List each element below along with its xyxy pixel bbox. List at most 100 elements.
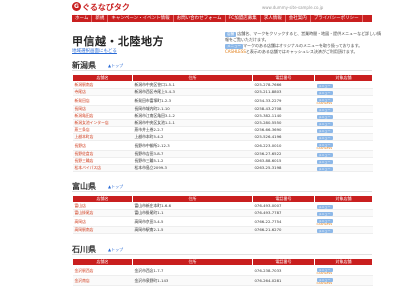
store-address: 長野市三輪5-1-2	[132, 157, 253, 165]
menu-badge[interactable]: メニュー	[316, 107, 333, 112]
store-phone: 025-526-4196	[252, 133, 315, 141]
store-name-link[interactable]: 新潟女池インター店	[72, 119, 133, 127]
service-cell: メニュー	[314, 126, 373, 134]
store-name-link[interactable]: 新潟亀田店	[72, 112, 133, 120]
menu-badge[interactable]: メニュー	[316, 159, 333, 164]
service-cell: メニュー	[314, 105, 373, 113]
store-address: 金沢市西念1-7-7	[132, 265, 253, 276]
service-cell: メニュー	[314, 150, 373, 158]
nav-item-contact[interactable]: お問い合わせフォーム	[174, 15, 226, 22]
service-cell: メニュー	[314, 112, 373, 120]
store-phone: 076-493-7787	[252, 209, 315, 217]
back-to-top-link[interactable]: ▲トップ	[108, 247, 123, 253]
store-table: 店舗名 住所 電話番号 対象店舗 新潟駅南店 新潟市中央区笹口1-5-1 025-278-7…	[72, 74, 373, 172]
site-url: www.dummy-site-sample.co.jp	[262, 5, 324, 10]
prefecture-section: 新潟県 ▲トップ 店舗名 住所 電話番号 対象店舗 新潟駅南店 新潟市中央区笹口1-5-1 02…	[72, 59, 373, 172]
menu-badge[interactable]: メニュー	[316, 135, 333, 140]
menu-badge[interactable]: メニュー	[316, 114, 333, 119]
service-cell: メニュー	[314, 202, 373, 210]
menu-badge[interactable]: メニュー	[316, 152, 333, 157]
service-cell: メニュー CASHLESS	[314, 140, 373, 151]
column-header: 電話番号	[252, 74, 315, 82]
logo-mark-icon: G	[72, 2, 81, 11]
store-name-link[interactable]: 金沢駅西店	[72, 265, 133, 276]
column-header: 対象店舗	[314, 258, 373, 266]
nav-item-privacy[interactable]: プライバシーポリシー	[311, 15, 363, 22]
store-name-link[interactable]: 燕三条店	[72, 126, 133, 134]
store-name-link[interactable]: 上越本町店	[72, 133, 133, 141]
store-name-link[interactable]: 長野佐倉店	[72, 150, 133, 158]
menu-badge[interactable]: メニュー	[316, 166, 333, 171]
store-name-link[interactable]: 新潟駅南店	[72, 81, 133, 89]
column-header: 電話番号	[252, 195, 315, 203]
store-name-link[interactable]: 長岡店	[72, 105, 133, 113]
store-name-link[interactable]: 松本バイパス店	[72, 164, 133, 172]
store-name-link[interactable]: 寺尾店	[72, 88, 133, 96]
cashless-label: CASHLESS	[316, 145, 333, 150]
table-row: 新発田店 新発田市富塚町1-2-3 0254-33-2279 メニュー CASHLESS	[72, 95, 373, 106]
store-name-link[interactable]: 富山店	[72, 202, 133, 210]
store-name-link[interactable]: 高岡駅南店	[72, 226, 133, 234]
store-phone: 076-238-7033	[252, 265, 315, 276]
nav-item-new[interactable]: 新規	[92, 15, 109, 22]
menu-badge[interactable]: メニュー	[316, 211, 333, 216]
store-phone: 0254-33-2279	[252, 95, 315, 106]
service-cell: メニュー	[314, 119, 373, 127]
service-cell: メニュー	[314, 88, 373, 96]
nav-item-company[interactable]: 会社案内	[286, 15, 311, 22]
menu-badge[interactable]: メニュー	[316, 121, 333, 126]
store-name-link[interactable]: 長野店	[72, 140, 133, 151]
store-table: 店舗名 住所 電話番号 対象店舗 富山店 富山市新庄本町1-6-6 076-493-0007…	[72, 195, 373, 234]
prefecture-name: 石川県	[72, 245, 96, 254]
store-phone: 025-280-5550	[252, 119, 315, 127]
back-to-top-link[interactable]: ▲トップ	[108, 63, 123, 69]
section-header: 石川県 ▲トップ	[72, 243, 372, 255]
nav-item-jobs[interactable]: 求人情報	[261, 15, 286, 22]
menu-badge[interactable]: メニュー	[316, 90, 333, 95]
table-row: 松本バイパス店 松本市島立2099-3 0263-25-3198 メニュー	[72, 164, 373, 172]
column-header: 店舗名	[72, 74, 133, 82]
nav-item-fc[interactable]: FC加盟店募集	[226, 15, 261, 22]
menu-badge[interactable]: メニュー	[316, 228, 333, 233]
nav-item-campaign[interactable]: キャンペーン・イベント情報	[108, 15, 174, 22]
table-row: 長野三輪店 長野市三輪5-1-2 0263-88-6015 メニュー	[72, 157, 373, 165]
page-title: 甲信越・北陸地方	[72, 35, 164, 48]
store-name-link[interactable]: 富山掛尾店	[72, 209, 133, 217]
menu-badge[interactable]: メニュー	[316, 204, 333, 209]
menu-badge[interactable]: メニュー	[316, 128, 333, 133]
table-row: 新潟駅南店 新潟市中央区笹口1-5-1 025-278-7666 メニュー	[72, 81, 373, 89]
store-address: 新潟市中央区笹口1-5-1	[132, 81, 253, 89]
service-cell: メニュー CASHLESS	[314, 216, 373, 227]
back-to-region-link[interactable]: 地域選択画面にもどる	[72, 48, 117, 54]
store-phone: 0258-43-2708	[252, 105, 315, 113]
table-row: 新潟女池インター店 新潟市中央区女池1-1-1 025-280-5550 メニュー	[72, 119, 373, 127]
store-address: 富山市新庄本町1-6-6	[132, 202, 253, 210]
cashless-label: CASHLESS	[316, 270, 333, 275]
site-logo[interactable]: Gぐるなびタクシー	[72, 2, 132, 23]
table-row: 富山掛尾店 富山市掛尾町1-1 076-493-7787 メニュー	[72, 209, 373, 217]
column-header: 対象店舗	[314, 74, 373, 82]
store-name-link[interactable]: 高岡店	[72, 216, 133, 227]
nav-item-home[interactable]: ホーム	[72, 15, 93, 22]
store-phone: 0263-25-3198	[252, 164, 315, 172]
back-to-top-link[interactable]: ▲トップ	[108, 184, 123, 190]
service-cell: メニュー CASHLESS	[314, 95, 373, 106]
legend-notes: 店舗 店舗名、マークをクリックすると、営業時間・地図・提供メニューなど詳しい情報…	[225, 31, 385, 55]
store-phone: 0766-21-6270	[252, 226, 315, 234]
store-address: 新潟市江南区亀田3-1-2	[132, 112, 253, 120]
column-header: 住所	[132, 195, 253, 203]
table-row: 長野佐倉店 長野市吉田3-8-7 0256-27-6522 メニュー	[72, 150, 373, 158]
store-phone: 025-278-7666	[252, 81, 315, 89]
column-header: 店舗名	[72, 195, 133, 203]
menu-badge[interactable]: メニュー	[316, 83, 333, 88]
store-name-link[interactable]: 金沢南店	[72, 275, 133, 286]
store-table: 店舗名 住所 電話番号 対象店舗 金沢駅西店 金沢市西念1-7-7 076-238-7033…	[72, 258, 373, 286]
store-address: 高岡市京田3-4-5	[132, 216, 253, 227]
store-phone: 0263-88-6015	[252, 157, 315, 165]
store-name-link[interactable]: 長野三輪店	[72, 157, 133, 165]
table-row: 長野店 長野市中御所2-12-3 026-223-0010 メニュー CASHLESS	[72, 140, 373, 151]
column-header: 住所	[132, 74, 253, 82]
store-phone: 025-211-8803	[252, 88, 315, 96]
store-name-link[interactable]: 新発田店	[72, 95, 133, 106]
service-cell: メニュー	[314, 226, 373, 234]
